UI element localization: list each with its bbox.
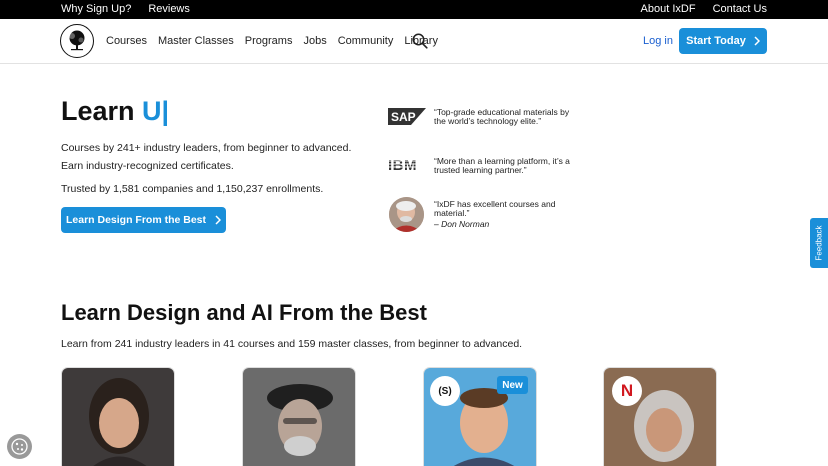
netflix-n-text: N [620,381,634,400]
sap-logo: SAP [388,108,426,125]
sap-logo-text: SAP [391,110,416,124]
quote-don-norman: “IxDF has excellent courses and material… [434,200,579,229]
portrait-icon [389,197,424,232]
cookie-icon [11,438,28,455]
nav-courses[interactable]: Courses [106,35,147,47]
instructor-card-2[interactable] [242,367,356,466]
ibm-logo: IBM [388,157,426,172]
don-norman-avatar [389,197,424,232]
nav-menu: Courses Master Classes Programs Jobs Com… [106,35,438,47]
nav-master-classes[interactable]: Master Classes [158,35,234,47]
login-link[interactable]: Log in [643,35,673,47]
instructor-3-brand-chip: (S) [430,376,460,406]
section-title: Learn Design and AI From the Best [61,300,427,325]
quote-sap: “Top-grade educational materials by the … [434,107,570,126]
instructor-photo-2 [243,368,355,466]
start-today-label: Start Today [686,35,746,47]
hero-title-typed: U| [142,96,170,126]
start-today-button[interactable]: Start Today [679,28,767,54]
section-subtitle: Learn from 241 industry leaders in 41 co… [61,338,523,350]
why-sign-up-link[interactable]: Why Sign Up? [61,3,131,15]
main-nav: Courses Master Classes Programs Jobs Com… [0,19,828,64]
quote-ibm: “More than a learning platform, it’s a t… [434,156,570,175]
feedback-label: Feedback [814,225,824,261]
hero-line-trusted: Trusted by 1,581 companies and 1,150,237… [61,183,324,195]
tree-icon [69,30,85,51]
chip-s-text: (S) [438,385,452,397]
feedback-tab[interactable]: Feedback [810,218,828,268]
cookie-settings-button[interactable] [7,434,32,459]
instructor-photo-1 [62,368,174,466]
nav-community[interactable]: Community [338,35,394,47]
new-badge: New [497,376,528,394]
about-ixdf-link[interactable]: About IxDF [641,3,696,15]
quote-don-norman-text: “IxDF has excellent courses and material… [434,199,556,218]
hero-title-prefix: Learn [61,96,135,126]
chevron-right-icon [215,215,222,225]
nav-jobs[interactable]: Jobs [303,35,326,47]
chevron-right-icon [754,36,760,46]
hero-line-courses: Courses by 241+ industry leaders, from b… [61,142,352,154]
learn-design-label: Learn Design From the Best [65,214,207,226]
quote-author: – Don Norman [434,218,490,229]
instructor-4-brand-chip: N [612,376,642,406]
reviews-link[interactable]: Reviews [148,3,190,15]
instructor-card-1[interactable] [61,367,175,466]
ixdf-logo-icon[interactable] [60,24,94,58]
search-icon[interactable] [412,33,428,49]
hero-title: Learn U| [61,96,169,127]
nav-programs[interactable]: Programs [245,35,293,47]
top-utility-bar: Why Sign Up? Reviews About IxDF Contact … [0,0,828,19]
contact-us-link[interactable]: Contact Us [713,3,767,15]
hero-line-certificates: Earn industry-recognized certificates. [61,160,234,172]
learn-design-button[interactable]: Learn Design From the Best [61,207,226,233]
